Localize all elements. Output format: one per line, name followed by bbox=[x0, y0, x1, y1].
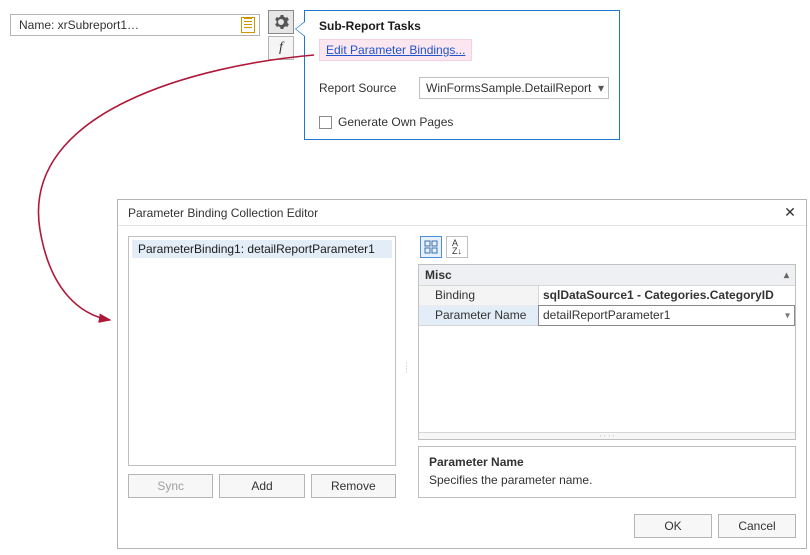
property-row-binding[interactable]: Binding sqlDataSource1 - Categories.Cate… bbox=[419, 286, 795, 306]
remove-button[interactable]: Remove bbox=[311, 474, 396, 498]
vertical-splitter[interactable]: ∙∙∙∙ bbox=[404, 236, 410, 498]
report-source-dropdown[interactable]: WinFormsSample.DetailReport ▾ bbox=[419, 77, 609, 99]
edit-parameter-bindings-link-wrap: Edit Parameter Bindings... bbox=[319, 39, 472, 61]
dialog-titlebar: Parameter Binding Collection Editor ✕ bbox=[118, 200, 806, 226]
close-icon: ✕ bbox=[784, 204, 796, 221]
list-item[interactable]: ParameterBinding1: detailReportParameter… bbox=[132, 240, 392, 258]
categorized-icon bbox=[424, 240, 438, 254]
property-name-paramname: Parameter Name bbox=[419, 306, 539, 325]
sync-button[interactable]: Sync bbox=[128, 474, 213, 498]
ok-button[interactable]: OK bbox=[634, 514, 712, 538]
tasks-panel-title: Sub-Report Tasks bbox=[319, 17, 609, 39]
property-grid: Misc ▴ Binding sqlDataSource1 - Categori… bbox=[418, 264, 796, 440]
horizontal-splitter[interactable]: ∙ ∙ ∙ ∙ bbox=[419, 432, 795, 439]
report-source-value: WinFormsSample.DetailReport bbox=[426, 81, 591, 95]
smart-tag-gear-button[interactable] bbox=[268, 10, 294, 34]
propertygrid-toolbar: AZ↓ bbox=[418, 236, 796, 258]
property-row-parameter-name[interactable]: Parameter Name detailReportParameter1 ▾ bbox=[419, 306, 795, 326]
category-misc-header[interactable]: Misc ▴ bbox=[419, 265, 795, 286]
chevron-down-icon: ▾ bbox=[785, 310, 790, 321]
chevron-down-icon: ▾ bbox=[598, 81, 604, 95]
grip-icon: ∙∙∙∙ bbox=[405, 361, 408, 373]
bindings-listbox[interactable]: ParameterBinding1: detailReportParameter… bbox=[128, 236, 396, 466]
property-value-paramname-text: detailReportParameter1 bbox=[543, 308, 670, 322]
collapse-icon: ▴ bbox=[784, 270, 789, 281]
edit-parameter-bindings-link[interactable]: Edit Parameter Bindings... bbox=[326, 43, 465, 57]
document-icon bbox=[241, 17, 255, 33]
category-label: Misc bbox=[425, 268, 452, 282]
dialog-footer: OK Cancel bbox=[118, 508, 806, 548]
subreport-tasks-panel: Sub-Report Tasks Edit Parameter Bindings… bbox=[304, 10, 620, 140]
property-name-binding: Binding bbox=[419, 286, 539, 305]
description-text: Specifies the parameter name. bbox=[429, 473, 785, 487]
alphabetical-view-button[interactable]: AZ↓ bbox=[446, 236, 468, 258]
subreport-name-text: Name: xrSubreport1… bbox=[19, 18, 237, 32]
add-button[interactable]: Add bbox=[219, 474, 304, 498]
subreport-control[interactable]: Name: xrSubreport1… bbox=[10, 14, 260, 36]
dialog-close-button[interactable]: ✕ bbox=[780, 203, 800, 223]
generate-own-pages-label: Generate Own Pages bbox=[338, 115, 453, 129]
cancel-button[interactable]: Cancel bbox=[718, 514, 796, 538]
sort-az-icon: AZ↓ bbox=[452, 239, 462, 255]
property-value-binding[interactable]: sqlDataSource1 - Categories.CategoryID bbox=[539, 286, 795, 305]
description-title: Parameter Name bbox=[429, 455, 785, 469]
generate-own-pages-checkbox[interactable] bbox=[319, 116, 332, 129]
property-description-box: Parameter Name Specifies the parameter n… bbox=[418, 446, 796, 498]
fx-icon: f bbox=[279, 40, 283, 56]
dialog-title-text: Parameter Binding Collection Editor bbox=[128, 206, 318, 220]
report-source-label: Report Source bbox=[319, 81, 419, 95]
categorized-view-button[interactable] bbox=[420, 236, 442, 258]
property-value-paramname[interactable]: detailReportParameter1 ▾ bbox=[538, 305, 795, 326]
gear-icon bbox=[273, 14, 289, 30]
smart-tag-fx-button[interactable]: f bbox=[268, 36, 294, 60]
smart-tag-buttons: f bbox=[268, 10, 294, 60]
parameter-binding-editor-dialog: Parameter Binding Collection Editor ✕ Pa… bbox=[117, 199, 807, 549]
